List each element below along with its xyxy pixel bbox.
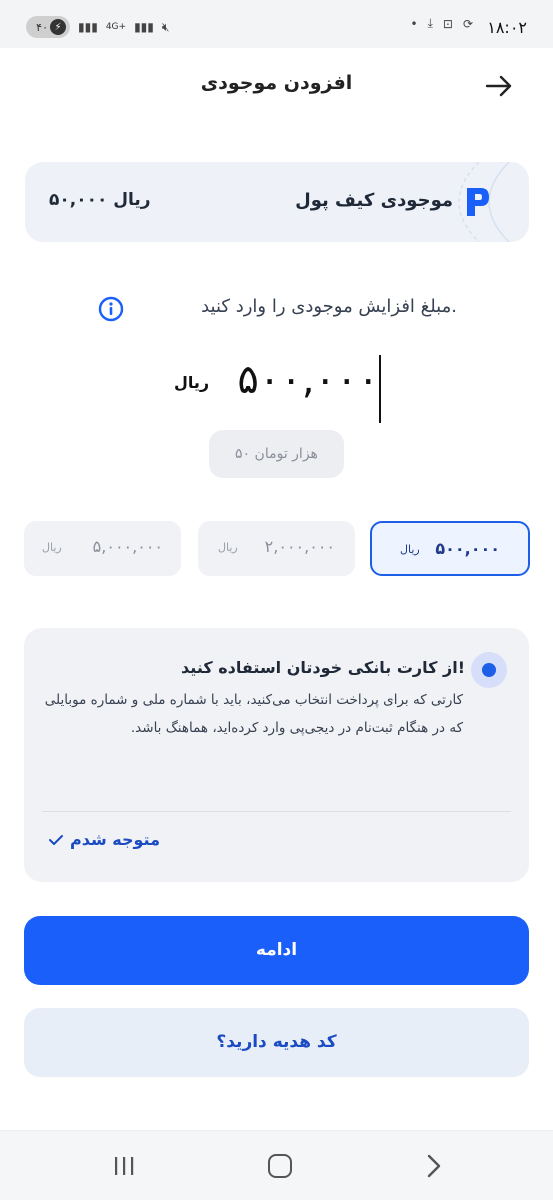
status-time: ۱۸:۰۲ [487, 18, 527, 37]
mute-icon: 🔇︎ [161, 19, 170, 34]
page-header: افزودن موجودی [0, 56, 553, 114]
digipay-logo-icon [467, 188, 489, 216]
notice-body: کارتی که برای پرداخت انتخاب می‌کنید، بای… [44, 692, 463, 736]
amount-prompt: مبلغ افزایش موجودی را وارد کنید. [201, 296, 457, 317]
signal-icon: ▮▮▮ [78, 20, 98, 34]
preset-5000000[interactable]: ۵,۰۰۰,۰۰۰ ریال [24, 521, 181, 576]
continue-button[interactable]: ادامه [24, 916, 529, 985]
wallet-balance-label: موجودی کیف پول [295, 190, 453, 211]
network-type: 4G+ [105, 21, 127, 32]
home-icon[interactable] [268, 1154, 292, 1178]
acknowledge-label: متوجه شدم [70, 830, 160, 849]
preset-unit: ریال [400, 543, 420, 556]
text-cursor [379, 355, 381, 423]
battery-level: ۴۰ [36, 20, 48, 34]
sync-icon: ⟳ [462, 16, 473, 31]
amount-unit: ریال [174, 373, 210, 392]
toman-hint: ۵۰ هزار تومان [209, 430, 344, 478]
bank-card-notice: از کارت بانکی خودتان استفاده کنید! کارتی… [24, 628, 529, 882]
charging-icon: ⚡ [50, 19, 66, 35]
acknowledge-button[interactable]: متوجه شدم [48, 830, 160, 849]
amount-input-value[interactable]: ۵۰۰,۰۰۰ [237, 357, 379, 403]
screenshot-icon: ⊡ [442, 16, 453, 31]
battery-indicator: ۴۰ ⚡ [26, 16, 70, 38]
divider [42, 811, 511, 812]
info-icon[interactable] [98, 296, 124, 322]
page-title: افزودن موجودی [200, 72, 353, 94]
recent-apps-icon[interactable] [113, 1155, 135, 1177]
notice-title: از کارت بانکی خودتان استفاده کنید! [181, 658, 465, 677]
amount-input[interactable]: ۵۰۰,۰۰۰ ریال [0, 355, 553, 425]
preset-2000000[interactable]: ۲,۰۰۰,۰۰۰ ریال [198, 521, 355, 576]
preset-500000[interactable]: ۵۰۰,۰۰۰ ریال [370, 521, 530, 576]
notice-radio[interactable] [471, 652, 507, 688]
status-right-icons: • ⤓ ⊡ ⟳ [410, 16, 473, 31]
dot-icon: • [410, 16, 418, 31]
preset-value: ۵۰۰,۰۰۰ [435, 539, 500, 558]
preset-value: ۵,۰۰۰,۰۰۰ [92, 537, 163, 556]
status-left: ۴۰ ⚡ ▮▮▮ 4G+ ▮▮▮ 🔇︎ [26, 16, 169, 38]
gift-code-button[interactable]: کد هدیه دارید؟ [24, 1008, 529, 1077]
wallet-balance-amount: ۵۰,۰۰۰ ریال [49, 190, 151, 210]
back-arrow-icon[interactable] [483, 70, 515, 102]
preset-value: ۲,۰۰۰,۰۰۰ [264, 537, 335, 556]
preset-unit: ریال [218, 541, 238, 554]
wallet-balance-card: موجودی کیف پول ۵۰,۰۰۰ ریال [25, 162, 529, 242]
status-bar: ۴۰ ⚡ ▮▮▮ 4G+ ▮▮▮ 🔇︎ • ⤓ ⊡ ⟳ ۱۸:۰۲ [0, 0, 553, 48]
preset-unit: ریال [42, 541, 62, 554]
signal-icon-2: ▮▮▮ [134, 20, 154, 34]
checkmark-icon [49, 834, 63, 845]
system-navigation-bar [0, 1130, 553, 1200]
download-icon: ⤓ [427, 16, 433, 30]
nav-back-icon[interactable] [424, 1154, 444, 1178]
